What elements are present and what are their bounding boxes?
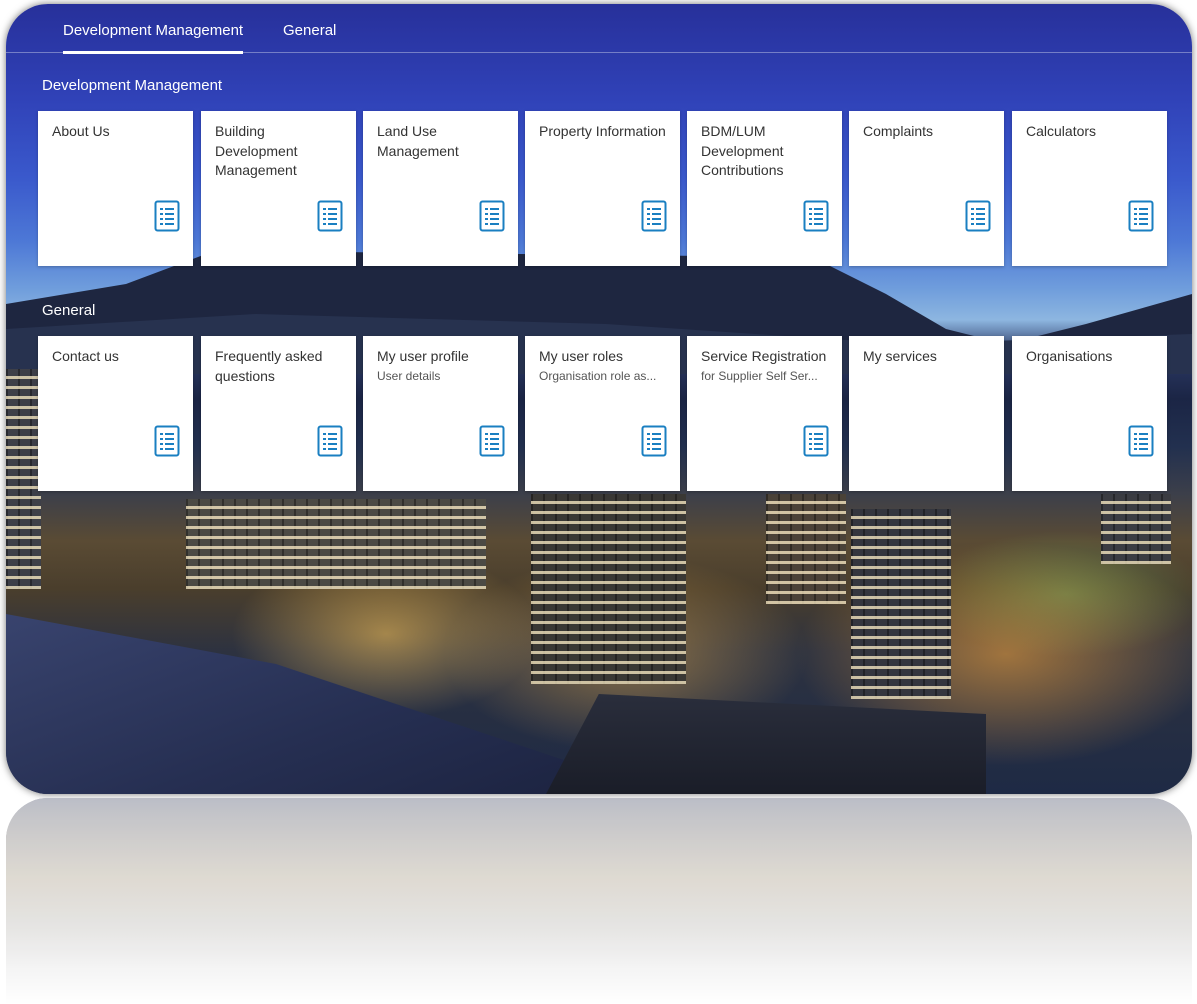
tile-title: Contact us <box>52 348 119 364</box>
building <box>1101 494 1171 564</box>
tile-title: My user profile <box>377 348 469 364</box>
list-icon <box>317 200 343 232</box>
tile-complaints[interactable]: Complaints <box>849 111 1004 266</box>
tile-title: Calculators <box>1026 123 1097 139</box>
tile-organisations[interactable]: Organisations <box>1012 336 1167 491</box>
reflection-fade <box>6 798 1192 1004</box>
building <box>531 494 686 684</box>
tile-subtitle: for Supplier Self Ser... <box>701 368 818 383</box>
tile-title: Complaints <box>863 123 934 139</box>
list-icon <box>803 200 829 232</box>
tile-my-services[interactable]: My services <box>849 336 1004 491</box>
list-icon <box>803 425 829 457</box>
tile-title: BDM/LUM Development Contributions <box>701 123 784 178</box>
frame-reflection <box>6 798 1192 1004</box>
list-icon <box>641 425 667 457</box>
list-icon <box>965 200 991 232</box>
list-icon <box>154 200 180 232</box>
tile-title: Property Information <box>539 123 666 139</box>
tile-title: Frequently asked questions <box>215 348 323 384</box>
tile-service-registration[interactable]: Service Registration for Supplier Self S… <box>687 336 842 491</box>
tile-title: My user roles <box>539 348 624 364</box>
tile-calculators[interactable]: Calculators <box>1012 111 1167 266</box>
section-title-general: General <box>42 302 96 319</box>
tile-title: My services <box>863 348 937 364</box>
tile-frequently-asked-questions[interactable]: Frequently asked questions <box>201 336 356 491</box>
tile-land-use-management[interactable]: Land Use Management <box>363 111 518 266</box>
list-icon <box>154 425 180 457</box>
tile-property-information[interactable]: Property Information <box>525 111 680 266</box>
tile-title: Building Development Management <box>215 123 298 178</box>
list-icon <box>1128 200 1154 232</box>
tile-contact-us[interactable]: Contact us <box>38 336 193 491</box>
tile-my-user-profile[interactable]: My user profile User details <box>363 336 518 491</box>
list-icon <box>1128 425 1154 457</box>
building <box>851 509 951 699</box>
list-icon <box>317 425 343 457</box>
tile-about-us[interactable]: About Us <box>38 111 193 266</box>
tab-bar: Development Management General <box>6 4 1192 54</box>
building <box>186 499 486 589</box>
tile-building-development-management[interactable]: Building Development Management <box>201 111 356 266</box>
tile-title: Service Registration <box>701 348 827 364</box>
launchpad-frame: Development Management General Developme… <box>6 4 1192 794</box>
tile-my-user-roles[interactable]: My user roles Organisation role as... <box>525 336 680 491</box>
tab-development-management[interactable]: Development Management <box>63 22 244 54</box>
tile-bdm-lum-development-contributions[interactable]: BDM/LUM Development Contributions <box>687 111 842 266</box>
tile-title: About Us <box>52 123 110 139</box>
tab-general[interactable]: General <box>283 22 336 39</box>
tile-title: Land Use Management <box>377 123 459 159</box>
building <box>766 494 846 604</box>
list-icon <box>479 425 505 457</box>
tile-subtitle: Organisation role as... <box>539 368 657 383</box>
building <box>6 369 41 589</box>
list-icon <box>641 200 667 232</box>
tile-subtitle: User details <box>377 368 441 383</box>
tile-title: Organisations <box>1026 348 1113 364</box>
list-icon <box>479 200 505 232</box>
section-title-development-management: Development Management <box>42 77 223 94</box>
